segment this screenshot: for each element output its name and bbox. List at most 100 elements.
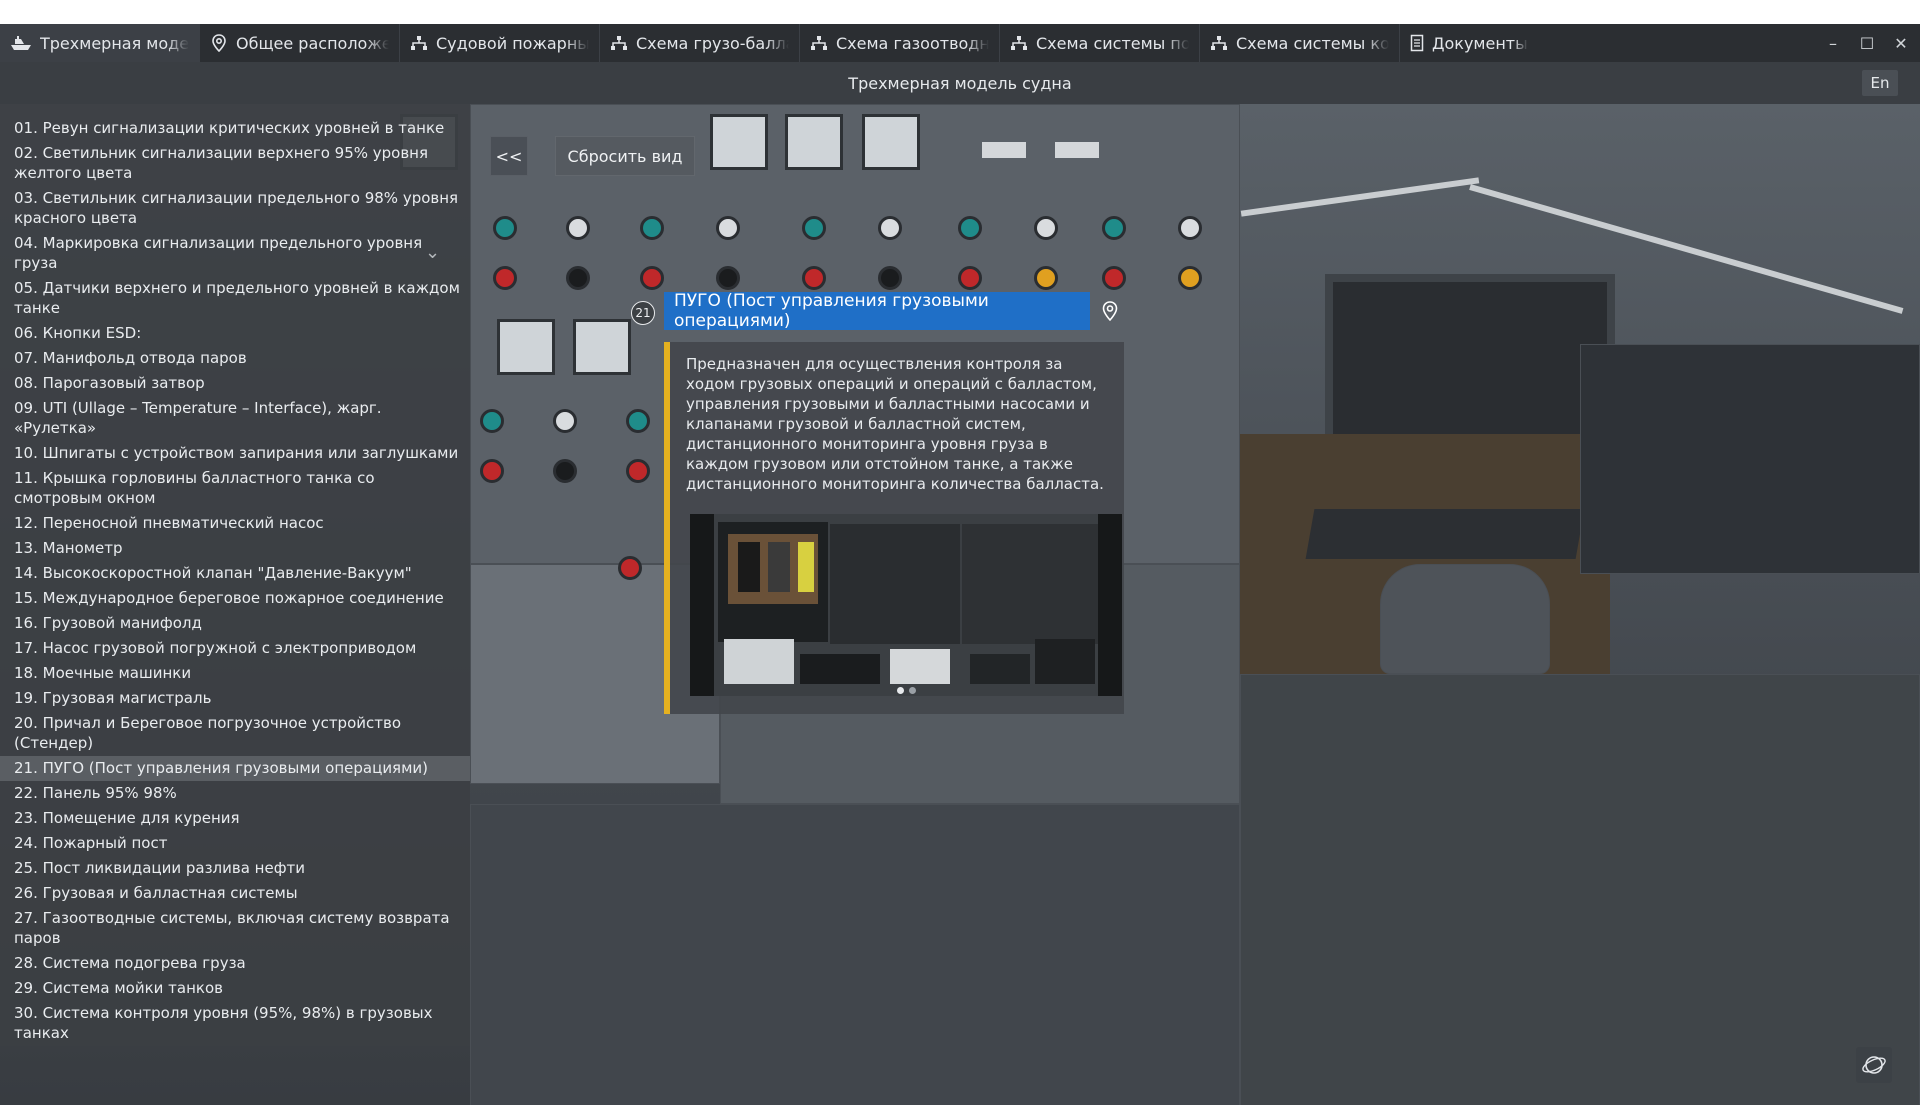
gauge: [573, 319, 631, 375]
knob: [566, 216, 590, 240]
tab-control-scheme[interactable]: Схема системы контроля: [1200, 24, 1400, 62]
map-pin-icon: [212, 34, 226, 52]
list-item[interactable]: 17. Насос грузовой погружной с электропр…: [0, 636, 470, 661]
list-item[interactable]: 04. Маркировка сигнализации предельного …: [0, 231, 470, 276]
list-item[interactable]: 26. Грузовая и балластная системы: [0, 881, 470, 906]
list-item[interactable]: 03. Светильник сигнализации предельного …: [0, 186, 470, 231]
list-item[interactable]: 08. Парогазовый затвор: [0, 371, 470, 396]
knob: [878, 266, 902, 290]
list-item[interactable]: 12. Переносной пневматический насос: [0, 511, 470, 536]
info-card-title: ПУГО (Пост управления грузовыми операция…: [664, 291, 1090, 331]
label-plate: [1055, 142, 1099, 158]
schema-icon: [1211, 36, 1227, 50]
knob: [1178, 216, 1202, 240]
objects-list: 01. Ревун сигнализации критических уровн…: [0, 104, 470, 1046]
knob: [1034, 266, 1058, 290]
tab-label: Судовой пожарный гидрант: [436, 33, 589, 53]
knob: [626, 459, 650, 483]
list-item[interactable]: 24. Пожарный пост: [0, 831, 470, 856]
lower-cabinet: [1240, 674, 1920, 1105]
tab-heating-scheme[interactable]: Схема системы подогрева: [1000, 24, 1200, 62]
knob: [1102, 216, 1126, 240]
knob: [958, 216, 982, 240]
list-item[interactable]: 14. Высокоскоростной клапан "Давление-Ва…: [0, 561, 470, 586]
knob: [802, 216, 826, 240]
list-item[interactable]: 01. Ревун сигнализации критических уровн…: [0, 116, 470, 141]
keyboard: [1305, 509, 1585, 559]
language-button[interactable]: En: [1862, 70, 1898, 96]
ship-icon: [11, 36, 31, 50]
locate-icon[interactable]: [1095, 296, 1125, 326]
list-item[interactable]: 06. Кнопки ESD:: [0, 321, 470, 346]
info-card-photo[interactable]: [690, 514, 1122, 696]
document-icon: [1410, 34, 1424, 52]
maximize-button[interactable]: ☐: [1850, 24, 1884, 62]
knob: [716, 266, 740, 290]
knob: [626, 409, 650, 433]
telephone: [1380, 564, 1550, 674]
collapse-list-button[interactable]: <<: [490, 136, 528, 176]
list-item[interactable]: 21. ПУГО (Пост управления грузовыми опер…: [0, 756, 470, 781]
tab-gas-vent-scheme[interactable]: Схема газоотводной системы: [800, 24, 1000, 62]
list-item[interactable]: 22. Панель 95% 98%: [0, 781, 470, 806]
tab-general-arrangement[interactable]: Общее расположение: [200, 24, 400, 62]
list-item[interactable]: 19. Грузовая магистраль: [0, 686, 470, 711]
pagination-dot[interactable]: [896, 687, 904, 694]
tab-label: Схема газоотводной системы: [836, 33, 989, 53]
list-item[interactable]: 13. Манометр: [0, 536, 470, 561]
knob: [640, 216, 664, 240]
info-card: Предназначен для осуществления контроля …: [664, 342, 1124, 714]
reset-view-button[interactable]: Сбросить вид: [555, 136, 695, 176]
list-item[interactable]: 27. Газоотводные системы, включая систем…: [0, 906, 470, 951]
list-item[interactable]: 20. Причал и Береговое погрузочное устро…: [0, 711, 470, 756]
knob: [802, 266, 826, 290]
list-item[interactable]: 25. Пост ликвидации разлива нефти: [0, 856, 470, 881]
close-button[interactable]: ✕: [1884, 24, 1918, 62]
list-item[interactable]: 18. Моечные машинки: [0, 661, 470, 686]
knob: [618, 556, 642, 580]
list-item[interactable]: 07. Манифольд отвода паров: [0, 346, 470, 371]
knob: [1178, 266, 1202, 290]
side-console: [1580, 344, 1920, 574]
tab-label: Трехмерная модель судна: [40, 33, 189, 53]
schema-icon: [811, 36, 827, 50]
knob: [493, 266, 517, 290]
pagination-dot[interactable]: [908, 687, 916, 694]
list-item[interactable]: 09. UTI (Ullage – Temperature – Interfac…: [0, 396, 470, 441]
railing: [1240, 177, 1480, 217]
tab-3d-model[interactable]: Трехмерная модель судна: [0, 24, 200, 62]
list-item[interactable]: 15. Международное береговое пожарное сое…: [0, 586, 470, 611]
console-cabinet: [470, 804, 1240, 1105]
minimize-button[interactable]: –: [1816, 24, 1850, 62]
knob: [640, 266, 664, 290]
gauge: [862, 114, 920, 170]
gauge: [785, 114, 843, 170]
list-item[interactable]: 10. Шпигаты с устройством запирания или …: [0, 441, 470, 466]
list-item[interactable]: 11. Крышка горловины балластного танка с…: [0, 466, 470, 511]
list-item[interactable]: 28. Система подогрева груза: [0, 951, 470, 976]
info-card-description: Предназначен для осуществления контроля …: [686, 355, 1104, 493]
view-mode-icon[interactable]: [1856, 1047, 1892, 1083]
tab-label: Схема грузо-балластной системы: [636, 33, 789, 53]
view-header: Трехмерная модель судна En: [0, 62, 1920, 104]
list-item[interactable]: 29. Система мойки танков: [0, 976, 470, 1001]
list-item[interactable]: 05. Датчики верхнего и предельного уровн…: [0, 276, 470, 321]
tab-documents[interactable]: Документы: [1400, 24, 1580, 62]
tab-label: Общее расположение: [236, 33, 389, 53]
marker-badge[interactable]: 21: [631, 301, 655, 325]
tab-fire-hydrant[interactable]: Судовой пожарный гидрант: [400, 24, 600, 62]
label-plate: [982, 142, 1026, 158]
list-item[interactable]: 02. Светильник сигнализации верхнего 95%…: [0, 141, 470, 186]
knob: [958, 266, 982, 290]
schema-icon: [1011, 36, 1027, 50]
schema-icon: [411, 36, 427, 50]
list-item[interactable]: 23. Помещение для курения: [0, 806, 470, 831]
list-item[interactable]: 16. Грузовой манифолд: [0, 611, 470, 636]
gauge: [497, 319, 555, 375]
knob: [480, 459, 504, 483]
tab-cargo-ballast-scheme[interactable]: Схема грузо-балластной системы: [600, 24, 800, 62]
knob: [553, 459, 577, 483]
chevron-down-icon[interactable]: ⌄: [425, 242, 440, 263]
knob: [566, 266, 590, 290]
list-item[interactable]: 30. Система контроля уровня (95%, 98%) в…: [0, 1001, 470, 1046]
